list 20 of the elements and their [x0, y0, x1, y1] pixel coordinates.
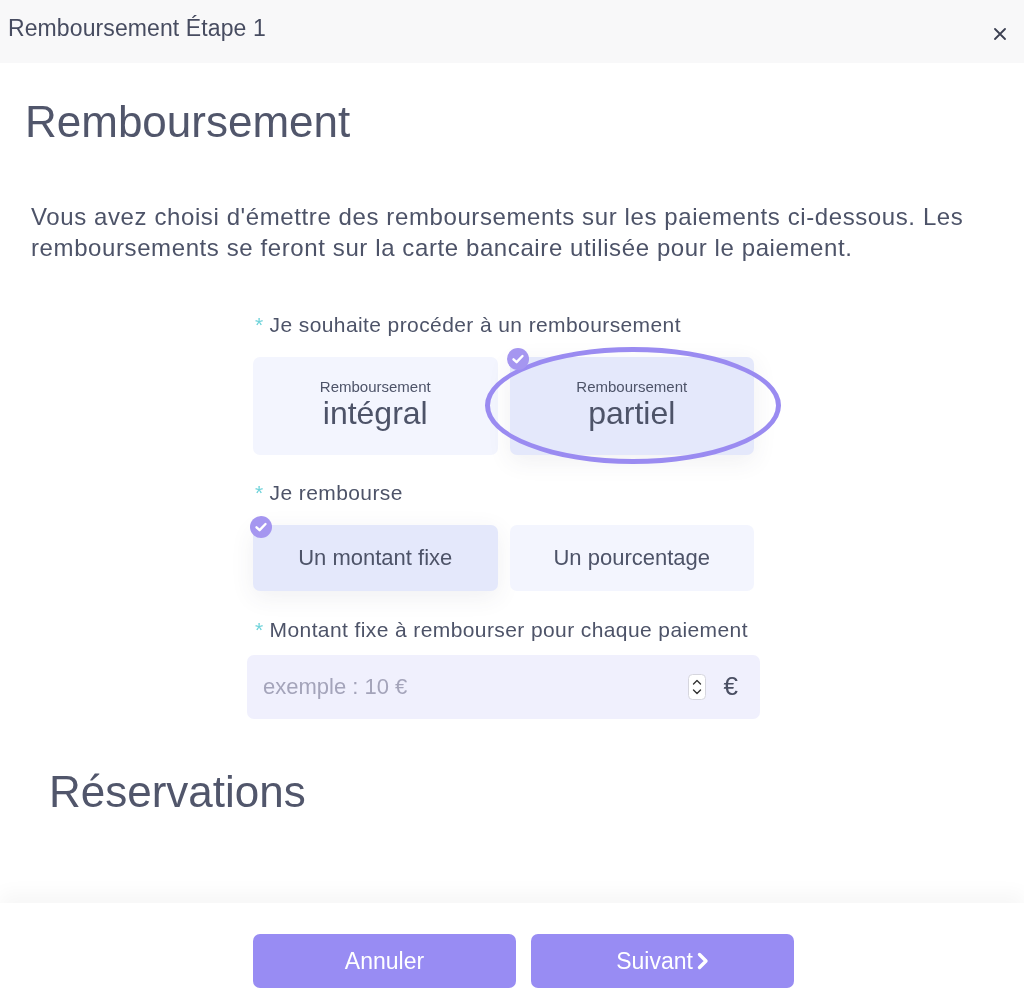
required-mark: *: [255, 618, 264, 642]
field-label: Je souhaite procéder à un remboursement: [269, 313, 681, 337]
chevron-right-icon: [696, 952, 709, 970]
close-icon[interactable]: [994, 27, 1006, 40]
page-heading: Remboursement: [25, 96, 352, 148]
option-card[interactable]: Remboursement partiel: [509, 357, 754, 455]
field-label: Montant fixe à rembourser pour chaque paiement: [269, 618, 748, 642]
currency-symbol: €: [723, 671, 738, 701]
option-card[interactable]: Un montant fixe: [253, 525, 498, 591]
check-icon: [506, 348, 529, 370]
option-card[interactable]: Remboursement intégral: [253, 357, 498, 455]
check-icon: [250, 516, 272, 538]
required-mark: *: [255, 313, 264, 337]
dialog-title: Remboursement Étape 1: [8, 15, 266, 42]
required-mark: *: [255, 481, 264, 505]
intro-text: Vous avez choisi d'émettre des remboursements sur les paiements ci-dessous. Les remboursements se feront sur la carte bancaire utilisée pour le paiement.: [31, 202, 965, 263]
section-heading: Réservations: [49, 768, 307, 816]
field-label: Je rembourse: [269, 481, 403, 505]
option-card[interactable]: Un pourcentage: [509, 525, 754, 591]
spinner-icon[interactable]: [688, 674, 706, 700]
